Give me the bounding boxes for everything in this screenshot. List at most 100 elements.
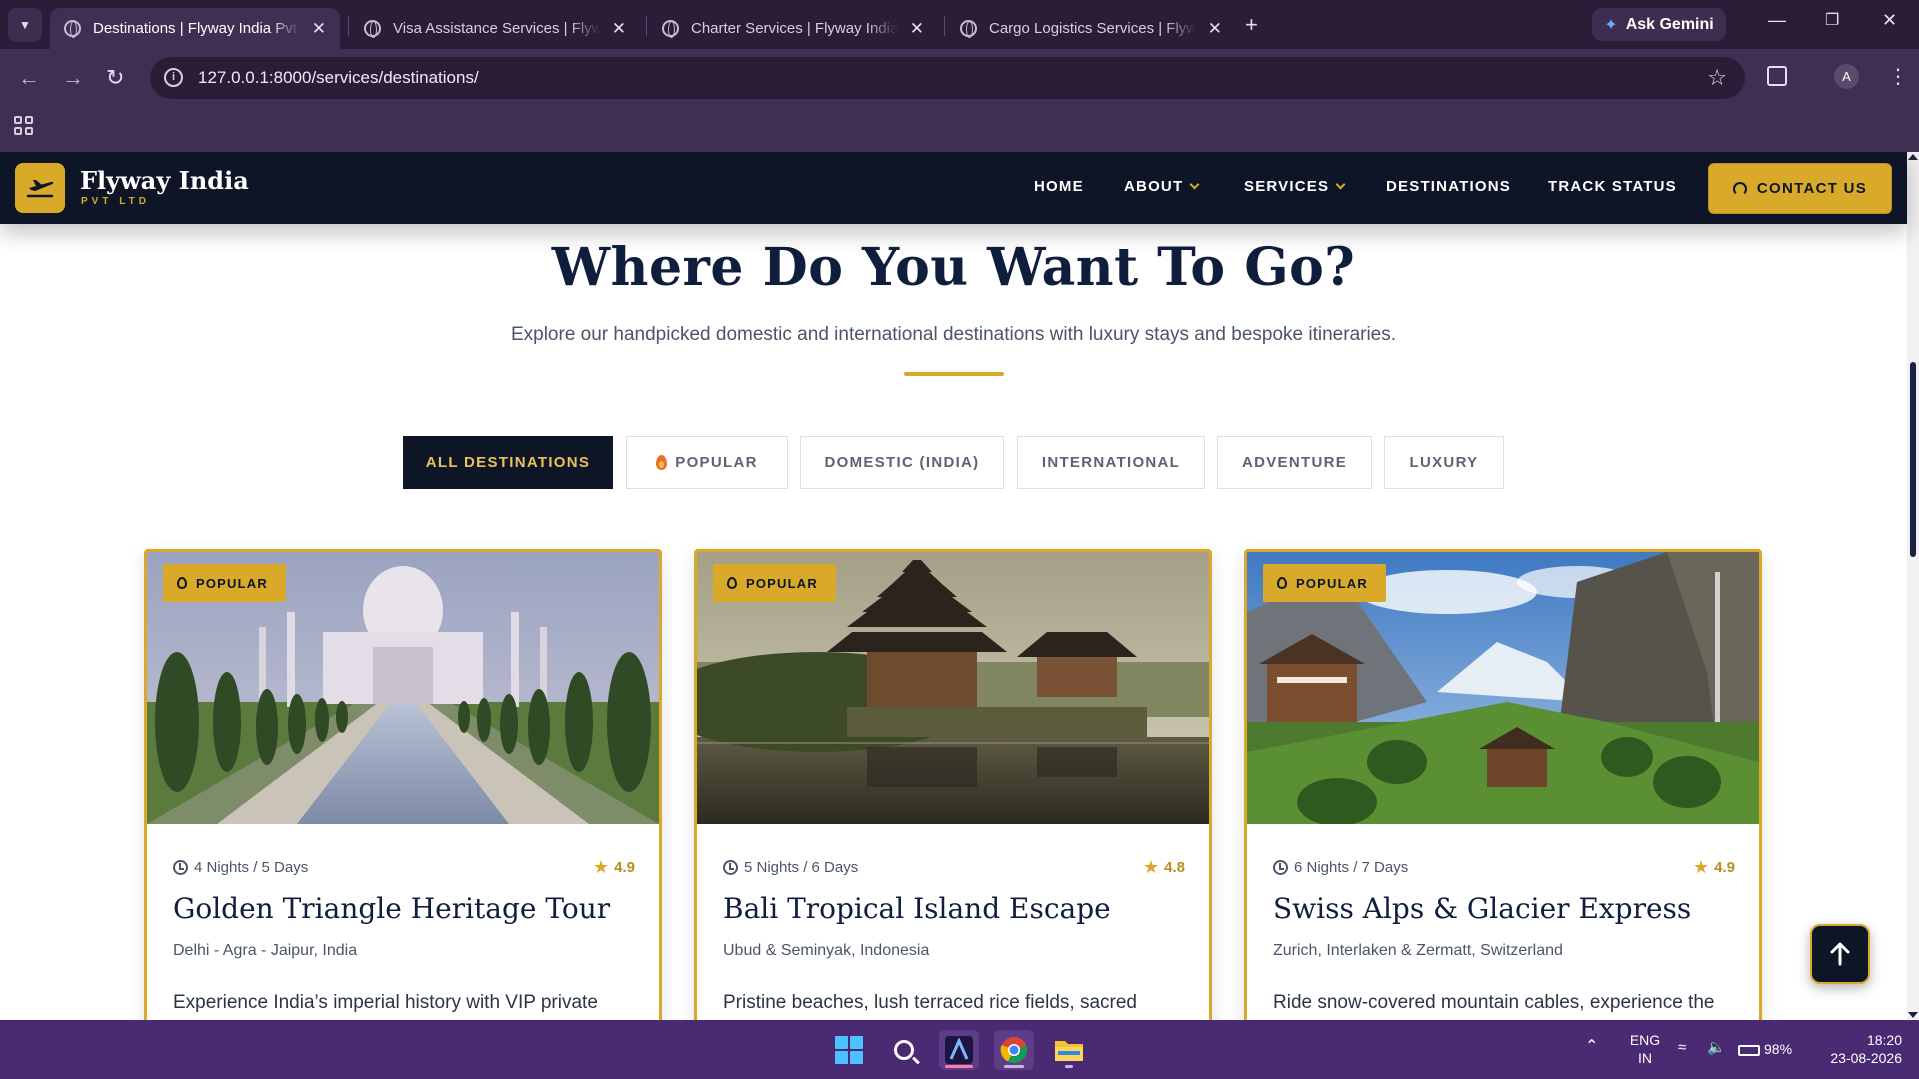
card-image-taj-mahal[interactable]: POPULAR — [147, 552, 659, 824]
close-window-icon[interactable]: ✕ — [1882, 10, 1897, 31]
duration: 6 Nights / 7 Days — [1273, 859, 1408, 876]
duration-text: 5 Nights / 6 Days — [744, 859, 859, 876]
duration-text: 4 Nights / 5 Days — [194, 859, 309, 876]
language-indicator[interactable]: ENG IN — [1628, 1031, 1662, 1067]
start-button[interactable] — [829, 1030, 869, 1070]
tab-search-button[interactable]: ▼ — [8, 8, 42, 42]
apps-grid-icon[interactable] — [14, 116, 33, 135]
scroll-down-arrow-icon[interactable] — [1908, 1012, 1918, 1018]
browser-tab-destinations[interactable]: Destinations | Flyway India Pvt Ltd ✕ — [50, 8, 340, 49]
back-icon[interactable]: ← — [18, 65, 40, 91]
wifi-icon[interactable]: ≈ — [1678, 1039, 1686, 1057]
close-tab-icon[interactable]: ✕ — [612, 19, 626, 39]
filter-label: INTERNATIONAL — [1041, 454, 1181, 471]
forward-icon[interactable]: → — [62, 65, 84, 91]
filter-international[interactable]: INTERNATIONAL — [1017, 436, 1205, 489]
scroll-to-top-button[interactable] — [1810, 924, 1870, 984]
nav-home[interactable]: HOME — [1034, 178, 1084, 195]
destination-card-swiss-alps[interactable]: POPULAR 6 Nights / 7 Days ★ 4.9 Swiss Alp… — [1244, 549, 1762, 1020]
browser-tab-charter[interactable]: Charter Services | Flyway India Pvt Ltd … — [648, 8, 938, 49]
chrome-icon — [1000, 1037, 1027, 1063]
card-title[interactable]: Swiss Alps & Glacier Express — [1273, 892, 1691, 925]
ask-gemini-label: Ask Gemini — [1625, 15, 1714, 33]
profile-avatar[interactable]: A — [1834, 64, 1859, 89]
destination-card-bali[interactable]: POPULAR 5 Nights / 6 Days ★ 4.8 Bali Trop… — [694, 549, 1212, 1020]
browser-tab-cargo[interactable]: Cargo Logistics Services | Flyway India … — [946, 8, 1236, 49]
contact-us-button[interactable]: CONTACT US — [1708, 163, 1892, 214]
nav-services-label: SERVICES — [1244, 178, 1330, 195]
close-tab-icon[interactable]: ✕ — [1208, 19, 1222, 39]
plane-logo-icon[interactable] — [15, 163, 65, 213]
show-hidden-icons[interactable]: ⌃ — [1585, 1038, 1598, 1056]
scroll-up-arrow-icon[interactable] — [1908, 154, 1918, 160]
battery-indicator[interactable]: 98% — [1738, 1040, 1792, 1058]
volume-icon[interactable]: 🔈 — [1707, 1039, 1726, 1057]
popular-badge: POPULAR — [1263, 564, 1386, 602]
more-menu-icon[interactable]: ⋮ — [1888, 64, 1908, 89]
card-description: Experience India’s imperial history with… — [173, 992, 598, 1013]
nav-destinations-label: DESTINATIONS — [1386, 178, 1511, 195]
filter-adventure[interactable]: ADVENTURE — [1217, 436, 1372, 489]
card-image-swiss-alps[interactable]: POPULAR — [1247, 552, 1759, 824]
new-tab-icon[interactable]: + — [1245, 12, 1258, 38]
fire-icon — [727, 577, 737, 589]
browser-tab-visa[interactable]: Visa Assistance Services | Flyway India … — [350, 8, 640, 49]
active-app-indicator — [945, 1065, 973, 1068]
contact-us-label: CONTACT US — [1756, 180, 1868, 197]
filter-all-destinations[interactable]: ALL DESTINATIONS — [403, 436, 613, 489]
star-icon: ★ — [1693, 857, 1710, 877]
windows-logo-icon — [835, 1036, 863, 1064]
badge-label: POPULAR — [196, 575, 268, 591]
card-title[interactable]: Bali Tropical Island Escape — [723, 892, 1111, 925]
close-tab-icon[interactable]: ✕ — [312, 19, 326, 39]
taskbar-chrome[interactable] — [994, 1030, 1034, 1070]
filter-domestic[interactable]: DOMESTIC (INDIA) — [800, 436, 1004, 489]
browser-tab-bar: ▼ Destinations | Flyway India Pvt Ltd ✕ … — [0, 0, 1919, 49]
filter-popular[interactable]: POPULAR — [626, 436, 788, 489]
clock[interactable]: 18:20 23-08-2026 — [1812, 1031, 1902, 1067]
ask-gemini-button[interactable]: ✦ Ask Gemini — [1592, 8, 1726, 41]
scrollbar-thumb[interactable] — [1910, 362, 1916, 557]
app-a-icon — [945, 1036, 973, 1064]
address-bar[interactable]: i 127.0.0.1:8000/services/destinations/ … — [150, 57, 1745, 99]
tab-title: Charter Services | Flyway India Pvt Ltd — [691, 20, 898, 37]
card-title[interactable]: Golden Triangle Heritage Tour — [173, 892, 610, 925]
flame-icon — [656, 455, 668, 470]
badge-label: POPULAR — [1296, 575, 1368, 591]
title-divider — [904, 372, 1004, 376]
tab-title: Visa Assistance Services | Flyway India — [393, 20, 600, 37]
reload-icon[interactable]: ↻ — [106, 65, 124, 91]
nav-destinations[interactable]: DESTINATIONS — [1386, 178, 1511, 195]
rating-value: 4.9 — [1714, 859, 1735, 876]
close-tab-icon[interactable]: ✕ — [910, 19, 924, 39]
duration: 4 Nights / 5 Days — [173, 859, 308, 876]
page-scrollbar[interactable] — [1907, 152, 1919, 1020]
card-meta: 5 Nights / 6 Days ★ 4.8 — [723, 857, 1185, 878]
rating: ★ 4.8 — [1143, 857, 1185, 878]
url-text: 127.0.0.1:8000/services/destinations/ — [198, 68, 479, 87]
minimize-icon[interactable]: — — [1768, 10, 1786, 31]
page-viewport: Flyway India PVT LTD HOME ABOUT SERVICES… — [0, 152, 1919, 1020]
nav-track-status[interactable]: TRACK STATUS — [1548, 178, 1677, 195]
popular-badge: POPULAR — [713, 564, 836, 602]
taskbar-file-explorer[interactable] — [1049, 1030, 1089, 1070]
destination-card-golden-triangle[interactable]: POPULAR 4 Nights / 5 Days ★ 4.9 Golden Tr… — [144, 549, 662, 1020]
card-image-bali-temple[interactable]: POPULAR — [697, 552, 1209, 824]
chevron-down-icon: ▼ — [19, 18, 31, 32]
filter-luxury[interactable]: LUXURY — [1384, 436, 1504, 489]
restore-icon[interactable]: ❐ — [1825, 10, 1839, 30]
os-taskbar: ⌃ ENG IN ≈ 🔈 98% 18:20 23-08-2026 — [0, 1020, 1919, 1079]
browser-toolbar: ← → ↻ i 127.0.0.1:8000/services/destinat… — [0, 49, 1919, 107]
search-icon — [894, 1040, 914, 1060]
card-description: Ride snow-covered mountain cables, exper… — [1273, 992, 1715, 1013]
bookmark-star-icon[interactable]: ☆ — [1707, 65, 1727, 91]
taskbar-search[interactable] — [884, 1030, 924, 1070]
extensions-icon[interactable] — [1767, 66, 1787, 86]
taskbar-app-editor[interactable] — [939, 1030, 979, 1070]
brand-name[interactable]: Flyway India — [80, 166, 249, 195]
nav-services[interactable]: SERVICES — [1244, 178, 1346, 195]
tab-separator — [646, 16, 647, 36]
card-location: Delhi - Agra - Jaipur, India — [173, 942, 358, 959]
site-info-icon[interactable]: i — [164, 68, 183, 87]
nav-about[interactable]: ABOUT — [1124, 178, 1200, 195]
